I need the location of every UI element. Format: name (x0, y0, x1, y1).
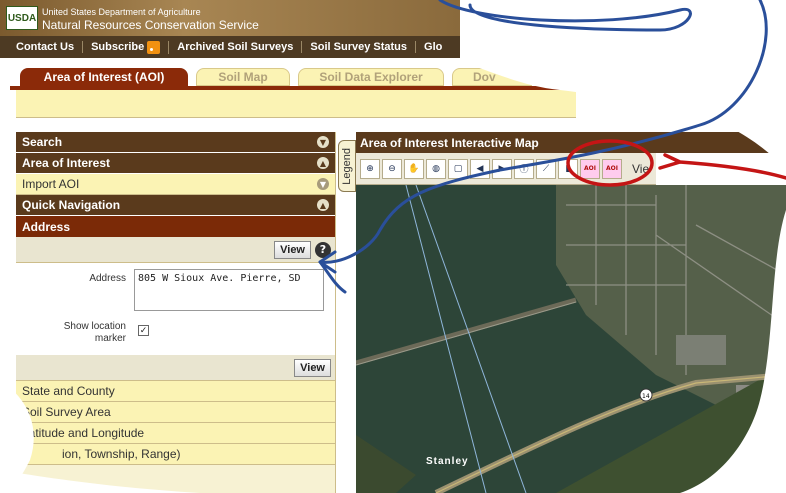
nav-glossary-label: Glo (424, 41, 443, 53)
view-button[interactable]: View (274, 240, 311, 259)
help-icon[interactable]: ? (315, 241, 331, 258)
soil-survey-area-row[interactable]: Soil Survey Area (16, 402, 335, 423)
aoi-rect-label: AOI (584, 165, 596, 172)
view-label-truncated: Vie (632, 161, 650, 176)
nav-subscribe[interactable]: Subscribe (83, 40, 170, 54)
left-panel: Search ▼ Area of Interest ▲ Import AOI ▼… (16, 132, 336, 493)
nav-archived-label: Archived Soil Surveys (177, 41, 294, 53)
import-aoi-label: Import AOI (22, 177, 80, 191)
tab-soil-map[interactable]: Soil Map (196, 68, 290, 86)
address-header[interactable]: Address (16, 216, 335, 237)
chevron-up-icon[interactable]: ▲ (317, 199, 329, 211)
show-location-label: Show location (63, 321, 126, 332)
plss-label: ion, Township, Range) (62, 447, 181, 461)
previous-extent-icon[interactable]: ▢ (448, 158, 468, 179)
define-aoi-polygon-icon[interactable]: AOI (602, 158, 622, 179)
lat-long-label: Latitude and Longitude (22, 426, 145, 440)
full-extent-globe-icon[interactable]: ◍ (426, 158, 446, 179)
pan-hand-icon[interactable]: ✋ (404, 158, 424, 179)
nav-soil-survey-status[interactable]: Soil Survey Status (302, 41, 417, 53)
map-imagery: 14 (356, 185, 786, 493)
top-navigation: Contact Us Subscribe Archived Soil Surve… (0, 36, 460, 58)
usda-logo[interactable]: USDA (6, 6, 38, 30)
aoi-poly-label: AOI (606, 165, 618, 172)
screenshot-stage: USDA United States Department of Agricul… (0, 0, 786, 493)
view-button-2[interactable]: View (294, 358, 331, 377)
address-view-bar-2: View (16, 355, 335, 381)
tab-area-of-interest[interactable]: Area of Interest (AOI) (20, 68, 188, 86)
forward-arrow-icon[interactable]: ▶ (492, 158, 512, 179)
quick-navigation-label: Quick Navigation (22, 198, 121, 212)
address-form: Address 805 W Sioux Ave. Pierre, SD Show… (16, 263, 335, 355)
lat-long-row[interactable]: Latitude and Longitude (16, 423, 335, 444)
quick-navigation-header[interactable]: Quick Navigation ▲ (16, 195, 335, 216)
identify-info-icon[interactable]: ⓘ (514, 158, 534, 179)
tab-content-strip (16, 90, 576, 118)
aoi-section-label: Area of Interest (22, 156, 111, 170)
show-location-checkbox[interactable]: ✓ (138, 325, 149, 336)
state-and-county-row[interactable]: State and County (16, 381, 335, 402)
address-field-label: Address (89, 273, 126, 284)
nav-archived-soil-surveys[interactable]: Archived Soil Surveys (169, 41, 303, 53)
address-input[interactable]: 805 W Sioux Ave. Pierre, SD (134, 269, 324, 311)
nav-contact-us[interactable]: Contact Us (8, 41, 84, 53)
soil-survey-area-label: Soil Survey Area (22, 405, 111, 419)
rss-icon (147, 40, 161, 54)
main-tabs: Area of Interest (AOI) Soil Map Soil Dat… (0, 58, 560, 86)
svg-text:14: 14 (642, 393, 650, 400)
show-location-label-2: marker (94, 333, 126, 344)
zoom-out-icon[interactable]: ⊖ (382, 158, 402, 179)
clear-icon[interactable]: ▮ (558, 158, 578, 179)
zoom-in-icon[interactable]: ⊕ (360, 158, 380, 179)
map-title: Area of Interest Interactive Map (356, 132, 776, 153)
legend-tab[interactable]: Legend (338, 140, 356, 192)
map-toolbar: ⊕ ⊖ ✋ ◍ ▢ ◀ ▶ ⓘ ⟋ ▮ AOI AOI Vie (356, 153, 656, 185)
tab-download[interactable]: Dov (452, 68, 532, 86)
search-section-header[interactable]: Search ▼ (16, 132, 335, 153)
address-view-bar: View ? (16, 237, 335, 263)
chevron-down-icon[interactable]: ▼ (317, 178, 329, 190)
satellite-map[interactable]: 14 (356, 185, 786, 493)
nav-status-label: Soil Survey Status (310, 41, 408, 53)
nav-glossary[interactable]: Glo (416, 41, 450, 53)
nav-subscribe-label: Subscribe (91, 41, 145, 53)
nav-contact-us-label: Contact Us (16, 41, 75, 53)
import-aoi-row[interactable]: Import AOI ▼ (16, 174, 335, 195)
state-and-county-label: State and County (22, 384, 115, 398)
legend-label: Legend (341, 147, 353, 185)
chevron-up-icon[interactable]: ▲ (317, 157, 329, 169)
header-service-line: Natural Resources Conservation Service (42, 18, 259, 32)
chevron-down-icon[interactable]: ▼ (317, 136, 329, 148)
header-agency-line: United States Department of Agriculture (42, 7, 201, 17)
search-section-label: Search (22, 135, 63, 149)
aoi-section-header[interactable]: Area of Interest ▲ (16, 153, 335, 174)
site-header: USDA United States Department of Agricul… (0, 0, 460, 36)
tab-soil-data-explorer[interactable]: Soil Data Explorer (298, 68, 444, 86)
measure-ruler-icon[interactable]: ⟋ (536, 158, 556, 179)
back-arrow-icon[interactable]: ◀ (470, 158, 490, 179)
plss-row[interactable]: ion, Township, Range) (16, 444, 335, 465)
map-place-label: Stanley (426, 456, 469, 467)
define-aoi-rectangle-icon[interactable]: AOI (580, 158, 600, 179)
